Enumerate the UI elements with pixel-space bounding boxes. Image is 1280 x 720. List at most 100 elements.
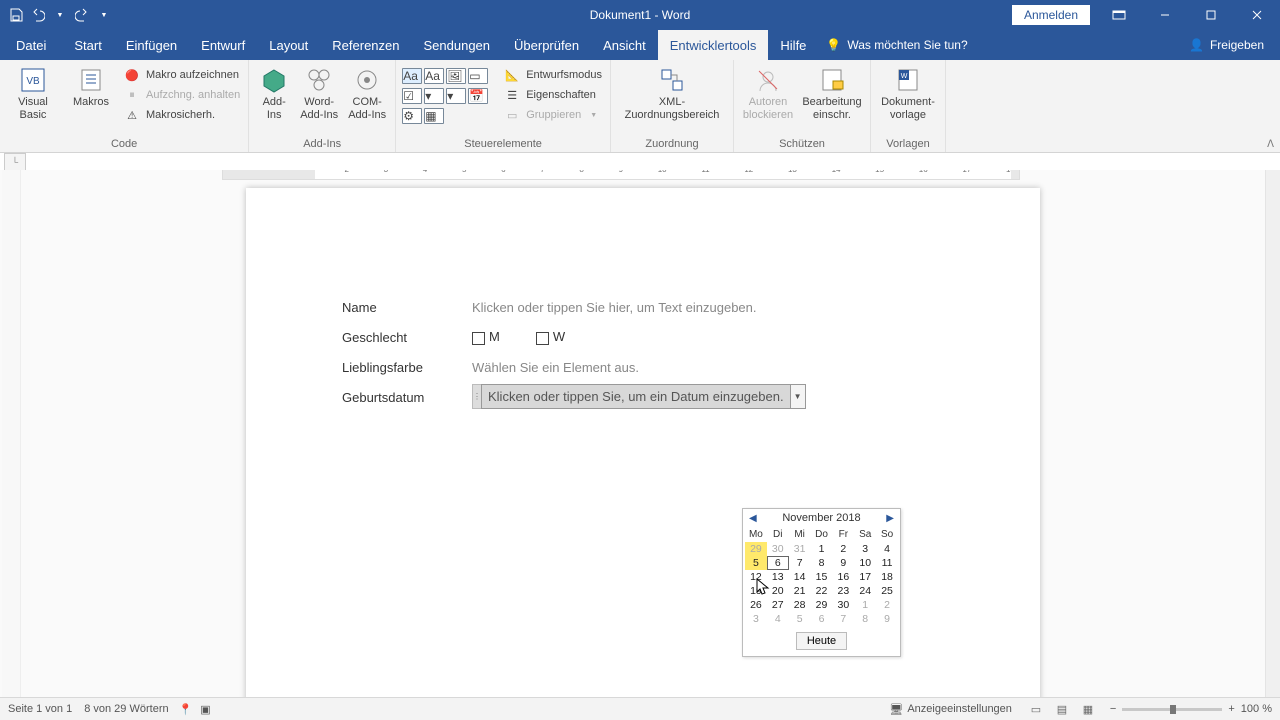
macro-security-button[interactable]: ⚠Makrosicherh. bbox=[122, 106, 242, 124]
addins-button[interactable]: Add- Ins bbox=[255, 62, 293, 121]
calendar-day[interactable]: 21 bbox=[789, 584, 811, 598]
calendar-day[interactable]: 28 bbox=[789, 598, 811, 612]
birthdate-placeholder[interactable]: Klicken oder tippen Sie, um ein Datum ei… bbox=[481, 384, 791, 409]
tab-sendungen[interactable]: Sendungen bbox=[412, 30, 503, 60]
ribbon-display-icon[interactable] bbox=[1096, 0, 1142, 30]
combo-box-control-icon[interactable]: ▾ bbox=[424, 88, 444, 104]
calendar-day[interactable]: 18 bbox=[876, 570, 898, 584]
undo-icon[interactable] bbox=[30, 7, 46, 23]
print-layout-button[interactable]: ▤ bbox=[1050, 700, 1074, 718]
tab-einfügen[interactable]: Einfügen bbox=[114, 30, 189, 60]
tab-datei[interactable]: Datei bbox=[0, 30, 62, 60]
building-block-control-icon[interactable]: ▦ bbox=[424, 108, 444, 124]
display-settings-button[interactable]: 🖥Anzeigeeinstellungen bbox=[889, 703, 1012, 716]
calendar-day[interactable]: 3 bbox=[854, 542, 876, 556]
field-birthdate[interactable]: ⋮ Klicken oder tippen Sie, um ein Datum … bbox=[472, 384, 806, 409]
tab-hilfe[interactable]: Hilfe bbox=[768, 30, 818, 60]
tab-selector[interactable]: └ bbox=[4, 153, 26, 171]
proofing-icon[interactable]: 📍 bbox=[179, 703, 193, 716]
zoom-in-button[interactable]: + bbox=[1228, 703, 1234, 715]
calendar-day[interactable]: 30 bbox=[767, 542, 789, 556]
tab-entwicklertools[interactable]: Entwicklertools bbox=[658, 30, 769, 60]
visual-basic-button[interactable]: VB Visual Basic bbox=[6, 62, 60, 121]
record-macro-button[interactable]: 🔴Makro aufzeichnen bbox=[122, 66, 242, 84]
tell-me-search[interactable]: 💡 Was möchten Sie tun? bbox=[826, 30, 967, 60]
document-page[interactable]: Name Klicken oder tippen Sie hier, um Te… bbox=[246, 188, 1040, 698]
web-layout-button[interactable]: ▦ bbox=[1076, 700, 1100, 718]
calendar-day[interactable]: 12 bbox=[745, 570, 767, 584]
date-dropdown-button[interactable]: ▼ bbox=[791, 384, 806, 409]
calendar-day[interactable]: 8 bbox=[854, 612, 876, 626]
macros-button[interactable]: Makros bbox=[64, 62, 118, 109]
calendar-day[interactable]: 8 bbox=[811, 556, 833, 570]
calendar-day[interactable]: 31 bbox=[789, 542, 811, 556]
calendar-day[interactable]: 23 bbox=[832, 584, 854, 598]
share-button[interactable]: 👤 Freigeben bbox=[1173, 30, 1280, 60]
plain-text-control-icon[interactable]: Aa bbox=[424, 68, 444, 84]
calendar-day[interactable]: 29 bbox=[811, 598, 833, 612]
calendar-day[interactable]: 15 bbox=[811, 570, 833, 584]
zoom-level[interactable]: 100 % bbox=[1241, 703, 1272, 715]
tab-entwurf[interactable]: Entwurf bbox=[189, 30, 257, 60]
tab-ansicht[interactable]: Ansicht bbox=[591, 30, 658, 60]
collapse-ribbon-icon[interactable]: ᐱ bbox=[1267, 139, 1274, 150]
status-word-count[interactable]: 8 von 29 Wörtern bbox=[84, 703, 168, 715]
ruler-horizontal-scale[interactable]: 12123456789101112131415161718 bbox=[222, 170, 1020, 180]
picture-control-icon[interactable]: 🖼 bbox=[446, 68, 466, 84]
calendar-day[interactable]: 14 bbox=[789, 570, 811, 584]
calendar-month-label[interactable]: November 2018 bbox=[782, 512, 860, 524]
calendar-next-button[interactable]: ▶ bbox=[886, 513, 894, 524]
calendar-day[interactable]: 11 bbox=[876, 556, 898, 570]
calendar-day[interactable]: 5 bbox=[745, 556, 767, 570]
calendar-day[interactable]: 7 bbox=[789, 556, 811, 570]
scrollbar-vertical[interactable] bbox=[1265, 170, 1280, 698]
calendar-day[interactable]: 16 bbox=[832, 570, 854, 584]
close-button[interactable] bbox=[1234, 0, 1280, 30]
calendar-day[interactable]: 17 bbox=[854, 570, 876, 584]
minimize-button[interactable] bbox=[1142, 0, 1188, 30]
legacy-tools-icon[interactable]: ⚙ bbox=[402, 108, 422, 124]
calendar-day[interactable]: 13 bbox=[767, 570, 789, 584]
calendar-day[interactable]: 4 bbox=[767, 612, 789, 626]
status-page[interactable]: Seite 1 von 1 bbox=[8, 703, 72, 715]
undo-dropdown-icon[interactable]: ▼ bbox=[52, 7, 68, 23]
xml-mapping-button[interactable]: XML- Zuordnungsbereich bbox=[617, 62, 727, 121]
calendar-day[interactable]: 6 bbox=[767, 556, 789, 570]
calendar-day[interactable]: 29 bbox=[745, 542, 767, 556]
content-control-handle-icon[interactable]: ⋮ bbox=[472, 384, 481, 409]
dropdown-list-control-icon[interactable]: ▾ bbox=[446, 88, 466, 104]
com-addins-button[interactable]: COM- Add-Ins bbox=[345, 62, 389, 121]
tab-layout[interactable]: Layout bbox=[257, 30, 320, 60]
calendar-day[interactable]: 9 bbox=[876, 612, 898, 626]
calendar-day[interactable]: 24 bbox=[854, 584, 876, 598]
read-mode-button[interactable]: ▭ bbox=[1024, 700, 1048, 718]
sign-in-button[interactable]: Anmelden bbox=[1012, 5, 1090, 25]
calendar-day[interactable]: 9 bbox=[832, 556, 854, 570]
checkbox-female[interactable]: W bbox=[536, 329, 565, 344]
maximize-button[interactable] bbox=[1188, 0, 1234, 30]
field-name[interactable]: Klicken oder tippen Sie hier, um Text ei… bbox=[472, 300, 757, 315]
calendar-prev-button[interactable]: ◀ bbox=[749, 513, 757, 524]
calendar-day[interactable]: 20 bbox=[767, 584, 789, 598]
qat-customize-icon[interactable]: ▼ bbox=[96, 7, 112, 23]
field-color[interactable]: Wählen Sie ein Element aus. bbox=[472, 360, 639, 375]
calendar-day[interactable]: 1 bbox=[854, 598, 876, 612]
word-addins-button[interactable]: Word- Add-Ins bbox=[297, 62, 341, 121]
calendar-day[interactable]: 3 bbox=[745, 612, 767, 626]
tab-überprüfen[interactable]: Überprüfen bbox=[502, 30, 591, 60]
document-template-button[interactable]: WDokument- vorlage bbox=[877, 62, 939, 121]
calendar-day[interactable]: 27 bbox=[767, 598, 789, 612]
calendar-day[interactable]: 6 bbox=[811, 612, 833, 626]
properties-button[interactable]: ☰Eigenschaften bbox=[502, 86, 604, 104]
repeating-section-control-icon[interactable]: ▭ bbox=[468, 68, 488, 84]
calendar-day[interactable]: 4 bbox=[876, 542, 898, 556]
calendar-day[interactable]: 2 bbox=[832, 542, 854, 556]
calendar-day[interactable]: 19 bbox=[745, 584, 767, 598]
calendar-day[interactable]: 5 bbox=[789, 612, 811, 626]
calendar-today-button[interactable]: Heute bbox=[796, 632, 847, 650]
rich-text-control-icon[interactable]: Aa bbox=[402, 68, 422, 84]
calendar-day[interactable]: 1 bbox=[811, 542, 833, 556]
calendar-day[interactable]: 22 bbox=[811, 584, 833, 598]
tab-start[interactable]: Start bbox=[62, 30, 113, 60]
zoom-control[interactable]: − + 100 % bbox=[1110, 703, 1272, 715]
